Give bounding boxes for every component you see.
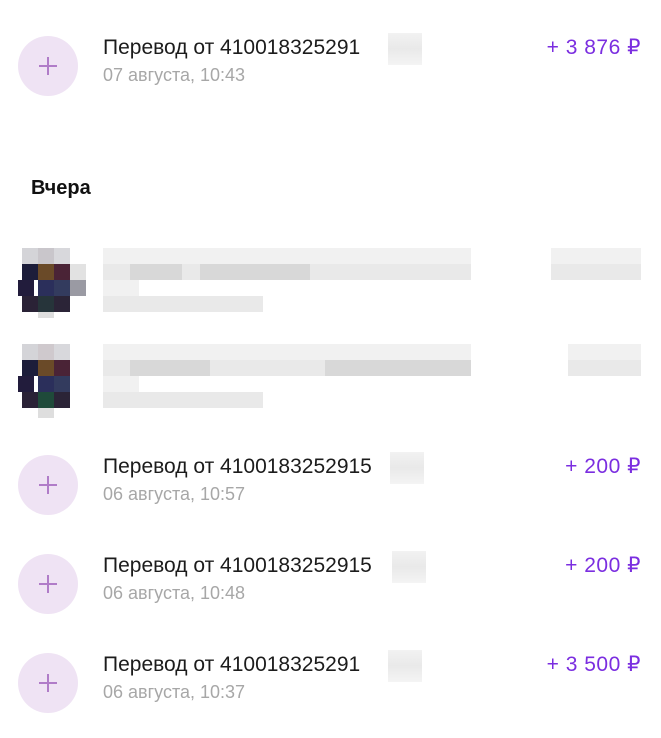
transaction-icon — [18, 455, 78, 515]
transaction-date: 06 августа, 10:37 — [103, 682, 246, 702]
transaction-row[interactable]: Перевод от 410018325291 07 августа, 10:4… — [0, 29, 661, 109]
transaction-title: Перевод от 4100183252915 — [103, 455, 372, 478]
transaction-date: 07 августа, 10:43 — [103, 65, 246, 85]
redacted-transaction-row[interactable] — [0, 248, 661, 340]
transaction-amount: + 3 876 ₽ — [546, 36, 641, 59]
redaction-mask — [390, 452, 424, 484]
transaction-row[interactable]: Перевод от 410018325291 06 августа, 10:3… — [0, 646, 661, 726]
transaction-title: Перевод от 410018325291 — [103, 653, 361, 676]
transaction-icon — [18, 653, 78, 713]
transaction-amount: + 200 ₽ — [565, 554, 641, 577]
redacted-transaction-row[interactable] — [0, 344, 661, 436]
plus-icon — [39, 57, 57, 75]
transaction-title: Перевод от 410018325291 — [103, 36, 361, 59]
plus-icon — [39, 674, 57, 692]
transaction-icon — [18, 554, 78, 614]
transaction-title: Перевод от 4100183252915 — [103, 554, 372, 577]
redaction-mask — [392, 551, 426, 583]
transaction-date: 06 августа, 10:48 — [103, 583, 246, 603]
transaction-amount: + 200 ₽ — [565, 455, 641, 478]
transaction-icon — [18, 36, 78, 96]
operations-feed: Перевод от 410018325291 07 августа, 10:4… — [0, 0, 661, 738]
redaction-mask — [388, 33, 422, 65]
transaction-row[interactable]: Перевод от 4100183252915 06 августа, 10:… — [0, 448, 661, 528]
transaction-row[interactable]: Перевод от 4100183252915 06 августа, 10:… — [0, 547, 661, 627]
plus-icon — [39, 575, 57, 593]
plus-icon — [39, 476, 57, 494]
transaction-amount: + 3 500 ₽ — [546, 653, 641, 676]
section-header-yesterday: Вчера — [31, 177, 91, 199]
avatar — [18, 344, 88, 418]
redaction-mask — [388, 650, 422, 682]
avatar — [18, 248, 88, 318]
transaction-date: 06 августа, 10:57 — [103, 484, 246, 504]
